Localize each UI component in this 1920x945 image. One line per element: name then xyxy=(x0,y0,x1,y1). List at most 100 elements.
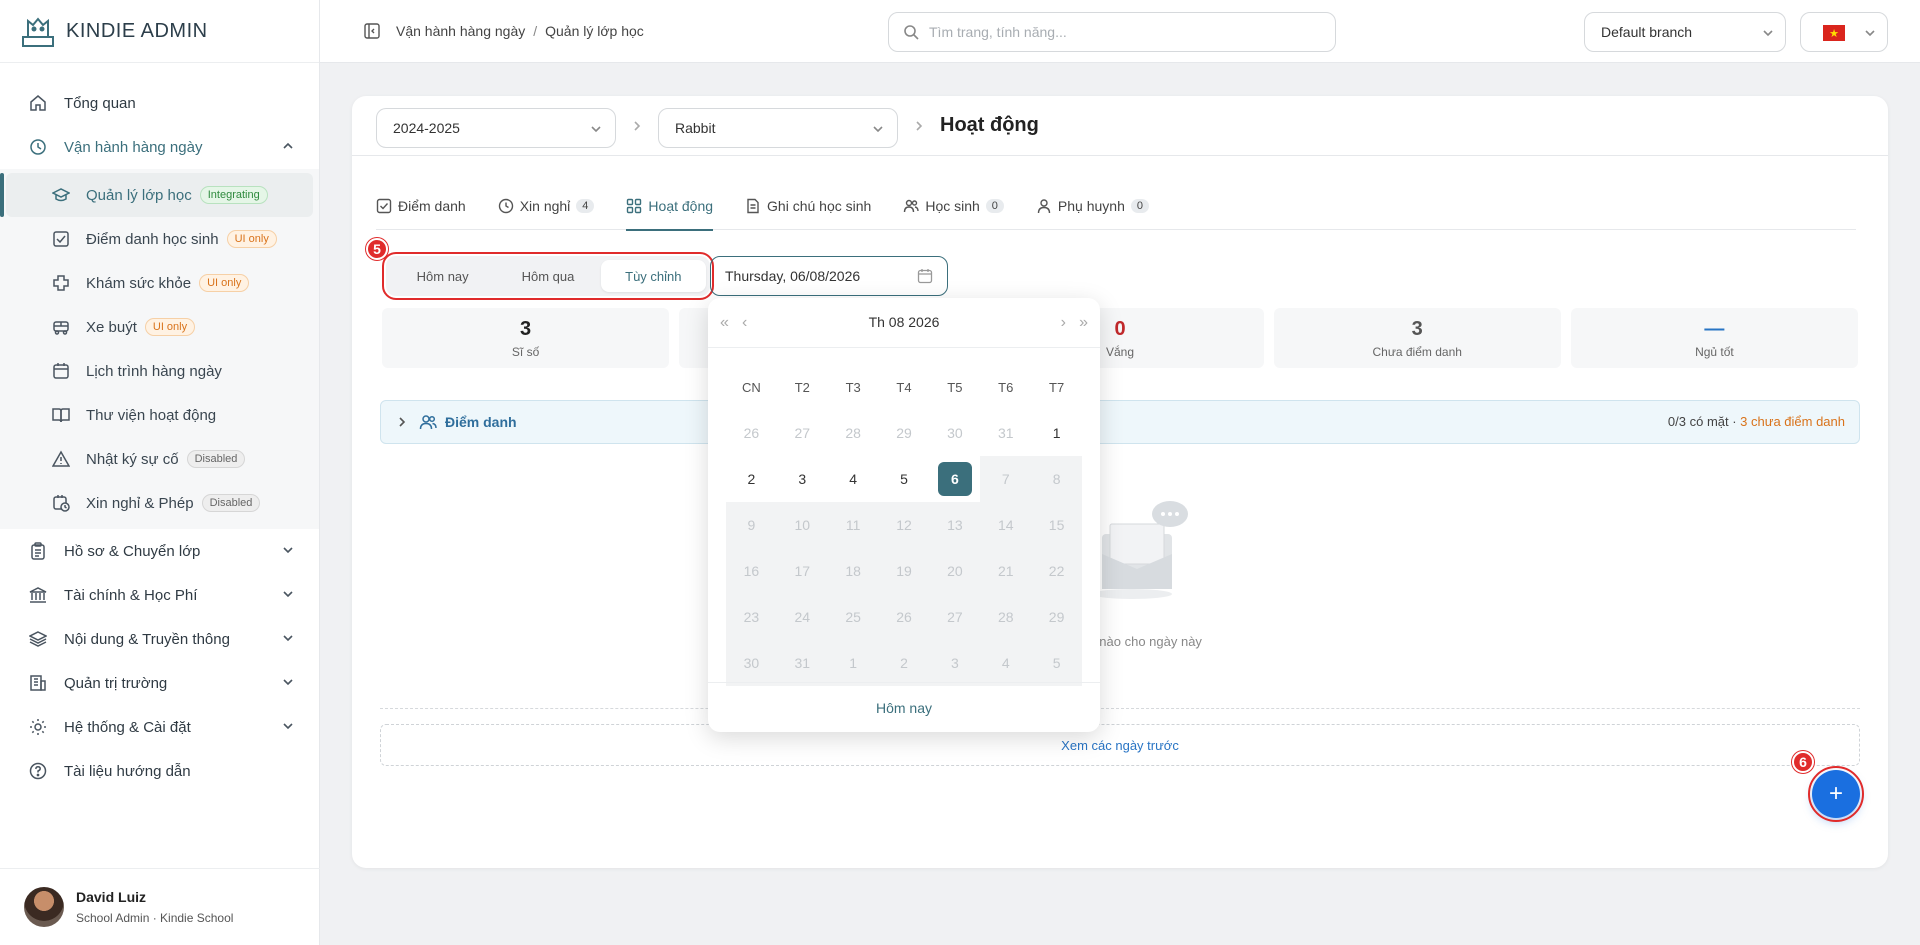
tab-student-notes[interactable]: Ghi chú học sinh xyxy=(745,192,871,230)
weekday-label: T5 xyxy=(947,379,963,395)
stat-good-sleep: — Ngủ tốt xyxy=(1570,308,1859,368)
sidebar-item-school-admin[interactable]: Quản trị trường xyxy=(0,661,319,705)
card-header: 2024-2025 Rabbit Hoạt động xyxy=(352,96,1888,156)
add-activity-button[interactable]: + xyxy=(1808,766,1864,822)
stat-value: 0 xyxy=(1114,317,1126,340)
sidebar-item-overview[interactable]: Tổng quan xyxy=(0,81,319,125)
calendar-today-button[interactable]: Hôm nay xyxy=(708,682,1100,732)
user-profile[interactable]: David Luiz School Admin · Kindie School xyxy=(0,868,320,945)
user-icon xyxy=(1036,198,1052,214)
search-input[interactable] xyxy=(929,24,1309,40)
view-previous-days-button[interactable]: Xem các ngày trước xyxy=(380,724,1860,766)
sidebar-item-leave-requests[interactable]: Xin nghỉ & Phép Disabled xyxy=(0,481,319,525)
sidebar-item-incident-log[interactable]: Nhật ký sự cố Disabled xyxy=(0,437,319,481)
today-option[interactable]: Hôm nay xyxy=(390,260,495,292)
tab-students[interactable]: Học sinh 0 xyxy=(903,192,1004,230)
attendance-section-header[interactable]: Điểm danh 0/3 có mặt · 3 chưa điểm danh xyxy=(380,400,1860,444)
sidebar-item-attendance[interactable]: Điểm danh học sinh UI only xyxy=(0,217,319,261)
warning-icon xyxy=(52,450,70,468)
calendar-day-disabled: 17 xyxy=(776,548,828,594)
calendar-day[interactable]: 30 xyxy=(929,410,980,456)
sidebar-item-settings[interactable]: Hệ thống & Cài đặt xyxy=(0,705,319,749)
date-picker-input[interactable]: Thursday, 06/08/2026 xyxy=(710,256,948,296)
calendar-day[interactable]: 26 xyxy=(726,410,777,456)
sidebar-item-label: Khám sức khỏe xyxy=(86,274,192,292)
calendar-day[interactable]: 2 xyxy=(726,456,777,502)
school-year-select[interactable]: 2024-2025 xyxy=(376,108,616,148)
yesterday-option[interactable]: Hôm qua xyxy=(495,260,600,292)
submenu-daily-ops: Quản lý lớp học Integrating Điểm danh họ… xyxy=(0,169,319,529)
sidebar-item-label: Tổng quan xyxy=(64,94,136,112)
attendance-summary: 0/3 có mặt · 3 chưa điểm danh xyxy=(1668,414,1845,429)
calendar-day[interactable]: 31 xyxy=(980,410,1031,456)
calendar-day[interactable]: 28 xyxy=(828,410,879,456)
calendar-title[interactable]: Th 08 2026 xyxy=(708,314,1100,330)
tab-label: Hoạt động xyxy=(648,198,714,214)
breadcrumb-item[interactable]: Vận hành hàng ngày xyxy=(396,23,525,39)
grid-icon xyxy=(626,198,642,214)
calendar-day[interactable]: 3 xyxy=(777,456,828,502)
clock-icon xyxy=(498,198,514,214)
sidebar-item-bus[interactable]: Xe buýt UI only xyxy=(0,305,319,349)
stat-value: 3 xyxy=(520,317,532,340)
sidebar-item-daily-ops[interactable]: Vận hành hàng ngày xyxy=(0,125,319,169)
chevron-down-icon xyxy=(283,635,293,642)
sidebar-item-finance[interactable]: Tài chính & Học Phí xyxy=(0,573,319,617)
checkbox-icon xyxy=(376,198,392,214)
calendar-day[interactable]: 1 xyxy=(1031,410,1082,456)
breadcrumb-separator: / xyxy=(533,23,538,39)
weekday-label: T7 xyxy=(1049,379,1065,395)
sidebar-item-records[interactable]: Hồ sơ & Chuyển lớp xyxy=(0,529,319,573)
brand[interactable]: KINDIE ADMIN xyxy=(0,0,319,63)
calendar-day[interactable]: 4 xyxy=(828,456,879,502)
sidebar-item-activity-library[interactable]: Thư viện hoạt động xyxy=(0,393,319,437)
sidebar-toggle-icon[interactable] xyxy=(364,23,380,39)
calendar-day-disabled: 15 xyxy=(1031,502,1083,548)
tab-leave[interactable]: Xin nghỉ 4 xyxy=(498,192,595,230)
status-badge: Disabled xyxy=(201,494,261,512)
calendar-day-disabled: 9 xyxy=(726,502,777,548)
next-year-icon[interactable]: » xyxy=(1079,314,1088,332)
sidebar-item-docs[interactable]: Tài liệu hướng dẫn xyxy=(0,749,319,793)
calendar-day-disabled: 11 xyxy=(827,502,879,548)
tab-activities[interactable]: Hoạt động xyxy=(626,192,714,231)
calendar-day-disabled: 20 xyxy=(929,548,981,594)
calendar-day-selected[interactable]: 6 xyxy=(929,456,980,502)
stat-label: Vắng xyxy=(1105,344,1135,359)
calendar-day-disabled: 27 xyxy=(929,594,981,640)
calendar-header: « ‹ Th 08 2026 › » xyxy=(708,298,1100,348)
calendar-day[interactable]: 5 xyxy=(879,456,930,502)
bank-icon xyxy=(28,585,48,605)
sidebar-item-health-check[interactable]: Khám sức khỏe UI only xyxy=(0,261,319,305)
class-select[interactable]: Rabbit xyxy=(658,108,898,148)
tab-attendance[interactable]: Điểm danh xyxy=(376,192,466,230)
calendar-day-disabled: 26 xyxy=(878,594,930,640)
class-value: Rabbit xyxy=(675,120,716,136)
layers-icon xyxy=(28,629,48,649)
stat-label: Ngủ tốt xyxy=(1695,344,1734,359)
sidebar-item-label: Lịch trình hàng ngày xyxy=(86,362,222,380)
tab-label: Xin nghỉ xyxy=(519,198,571,214)
calendar-day[interactable]: 29 xyxy=(879,410,930,456)
tab-bar: Điểm danh Xin nghỉ 4 Hoạt động Ghi chú h… xyxy=(376,192,1856,231)
tab-parents[interactable]: Phụ huynh 0 xyxy=(1036,192,1149,230)
chevron-right-icon xyxy=(634,121,641,131)
next-month-icon[interactable]: › xyxy=(1061,314,1066,332)
sidebar-item-content[interactable]: Nội dung & Truyền thông xyxy=(0,617,319,661)
users-icon xyxy=(419,415,437,430)
calendar-day-disabled: 2 xyxy=(878,640,930,686)
main-card: 2024-2025 Rabbit Hoạt động Điểm danh Xin… xyxy=(352,96,1888,868)
chevron-down-icon xyxy=(873,126,883,133)
sidebar-item-class-management[interactable]: Quản lý lớp học Integrating xyxy=(0,173,313,217)
calendar-popup: « ‹ Th 08 2026 › » CN T2 T3 T4 T5 T6 T7 … xyxy=(708,298,1100,732)
sidebar-item-daily-schedule[interactable]: Lịch trình hàng ngày xyxy=(0,349,319,393)
branch-select[interactable]: Default branch xyxy=(1584,12,1786,52)
calendar-day[interactable]: 27 xyxy=(777,410,828,456)
calendar-week: 9 10 11 12 13 14 15 xyxy=(726,502,1083,548)
chevron-right-icon xyxy=(916,121,923,131)
language-select[interactable]: ★ xyxy=(1800,12,1888,52)
custom-option[interactable]: Tùy chỉnh xyxy=(600,260,706,292)
chevron-down-icon xyxy=(283,679,293,686)
search-box[interactable] xyxy=(888,12,1336,52)
weekday-label: CN xyxy=(742,379,761,395)
